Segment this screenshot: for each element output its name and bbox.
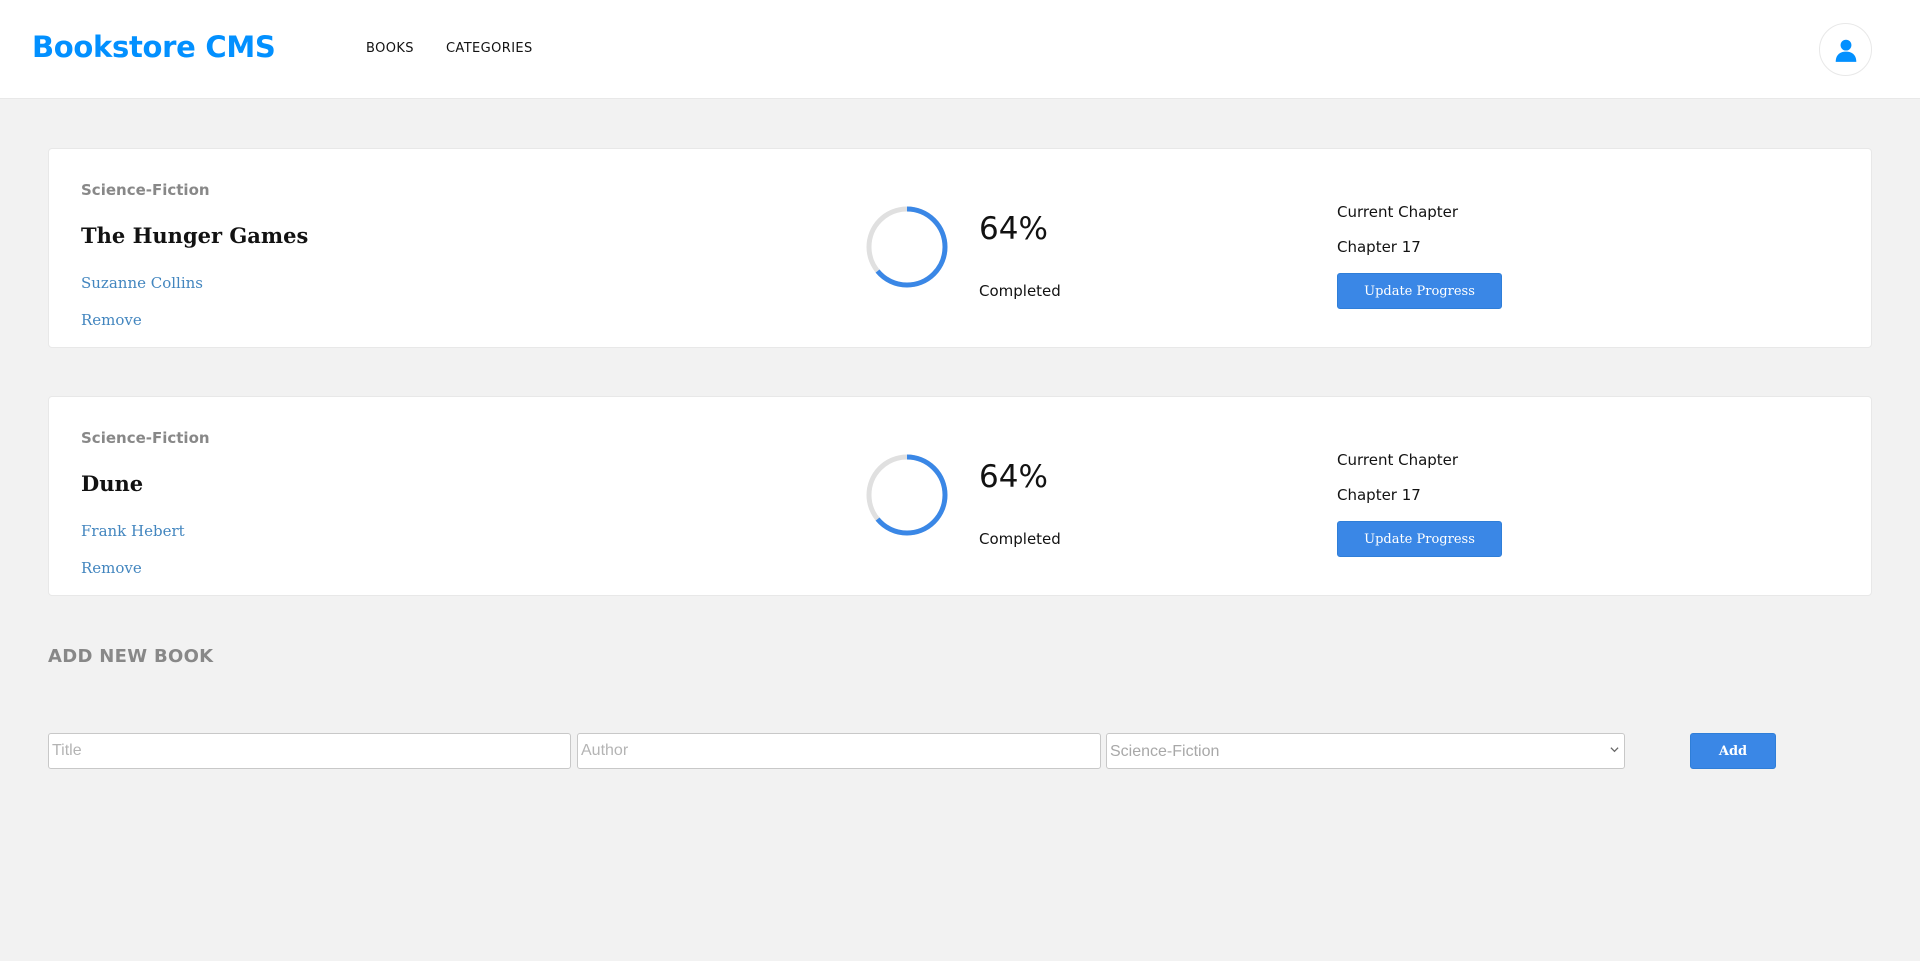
book-author-link[interactable]: Frank Hebert (81, 522, 185, 540)
add-book-heading: ADD NEW BOOK (48, 646, 214, 667)
book-title: Dune (81, 471, 144, 496)
progress-percent: 64% (979, 459, 1048, 495)
nav-books[interactable]: BOOKS (366, 41, 414, 56)
category-select[interactable]: Science-Fiction (1106, 733, 1625, 769)
remove-button[interactable]: Remove (81, 559, 142, 577)
book-author-link[interactable]: Suzanne Collins (81, 274, 203, 292)
author-input[interactable] (577, 733, 1101, 769)
book-card: Science-Fiction Dune Frank Hebert Remove… (48, 396, 1872, 596)
app-header: Bookstore CMS BOOKS CATEGORIES (0, 0, 1920, 99)
remove-button[interactable]: Remove (81, 311, 142, 329)
book-category: Science-Fiction (81, 181, 210, 199)
current-chapter-label: Current Chapter (1337, 203, 1459, 221)
add-book-button[interactable]: Add (1690, 733, 1776, 769)
user-avatar-button[interactable] (1819, 23, 1872, 76)
brand-logo[interactable]: Bookstore CMS (32, 30, 276, 64)
book-card: Science-Fiction The Hunger Games Suzanne… (48, 148, 1872, 348)
book-title: The Hunger Games (81, 223, 309, 248)
progress-ring (866, 206, 948, 288)
current-chapter-value: Chapter 17 (1337, 486, 1421, 504)
current-chapter-label: Current Chapter (1337, 451, 1459, 469)
progress-status: Completed (979, 282, 1061, 300)
book-category: Science-Fiction (81, 429, 210, 447)
update-progress-button[interactable]: Update Progress (1337, 273, 1502, 309)
user-icon (1835, 39, 1856, 62)
progress-percent: 64% (979, 211, 1048, 247)
main-nav: BOOKS CATEGORIES (366, 41, 565, 56)
title-input[interactable] (48, 733, 571, 769)
current-chapter-value: Chapter 17 (1337, 238, 1421, 256)
chevron-down-icon (1610, 747, 1619, 753)
update-progress-button[interactable]: Update Progress (1337, 521, 1502, 557)
progress-status: Completed (979, 530, 1061, 548)
progress-ring (866, 454, 948, 536)
nav-categories[interactable]: CATEGORIES (446, 41, 533, 56)
